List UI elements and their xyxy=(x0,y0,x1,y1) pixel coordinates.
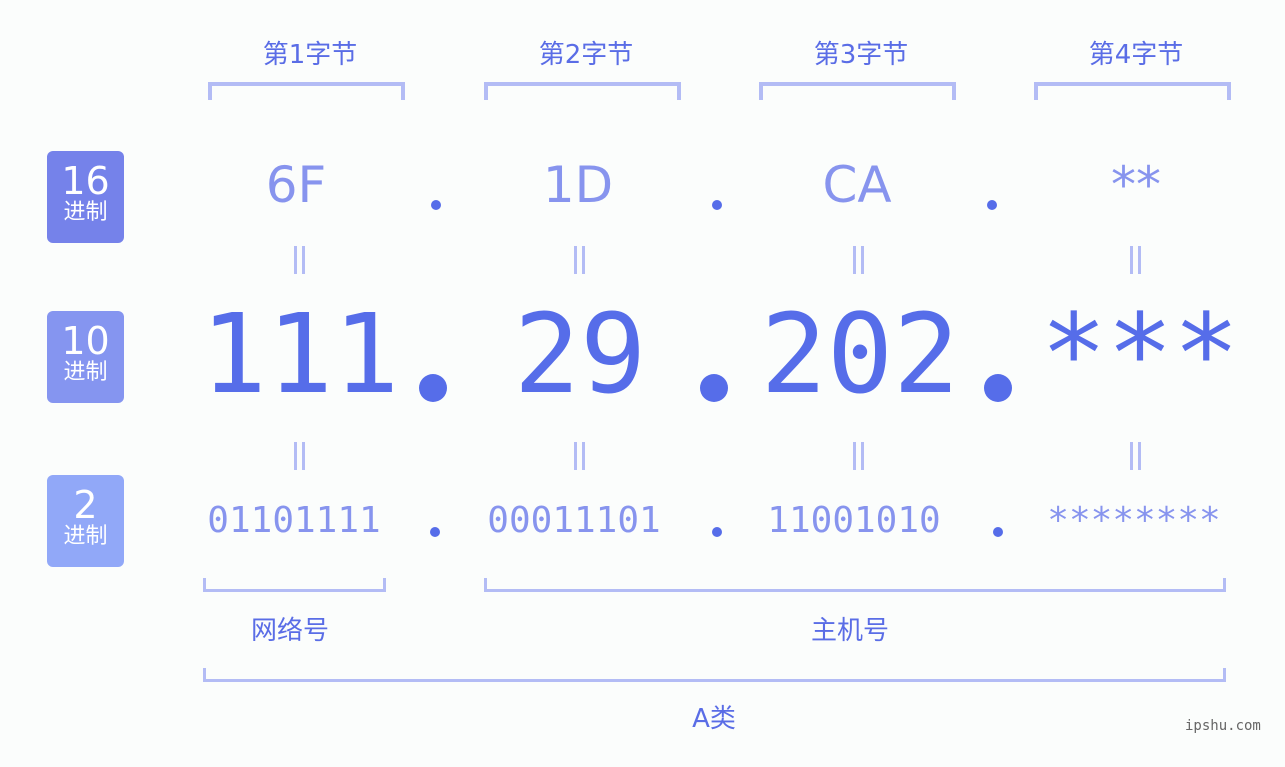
bin-byte-2: 00011101 xyxy=(487,500,661,541)
equals-icon xyxy=(851,246,865,274)
hex-byte-2: 1D xyxy=(542,156,614,214)
equals-icon xyxy=(1128,246,1142,274)
network-label: 网络号 xyxy=(250,616,329,646)
byte-2-bracket xyxy=(484,82,681,100)
dec-badge: 10 进制 xyxy=(47,311,124,403)
hex-byte-1: 6F xyxy=(265,156,327,214)
dec-separator-dot xyxy=(419,374,447,402)
bin-badge: 2 进制 xyxy=(47,475,124,567)
byte-4-bracket xyxy=(1034,82,1231,100)
equals-icon xyxy=(572,442,586,470)
byte-3-bracket xyxy=(759,82,956,100)
hex-byte-3: CA xyxy=(822,156,892,214)
dec-byte-4: *** xyxy=(1040,290,1240,418)
class-bracket xyxy=(203,668,1226,682)
bin-separator-dot xyxy=(993,527,1003,537)
hex-badge-label: 进制 xyxy=(63,200,108,225)
bin-badge-label: 进制 xyxy=(63,524,108,549)
hex-separator-dot xyxy=(712,200,722,210)
bin-byte-3: 11001010 xyxy=(767,500,941,541)
host-label: 主机号 xyxy=(810,616,889,646)
bin-separator-dot xyxy=(430,527,440,537)
equals-icon xyxy=(1128,442,1142,470)
byte-2-label: 第2字节 xyxy=(538,40,634,70)
dec-badge-label: 进制 xyxy=(63,360,108,385)
byte-4-label: 第4字节 xyxy=(1088,40,1184,70)
equals-icon xyxy=(292,246,306,274)
watermark: ipshu.com xyxy=(1185,718,1261,734)
dec-badge-number: 10 xyxy=(61,319,110,363)
byte-3-label: 第3字节 xyxy=(813,40,909,70)
dec-separator-dot xyxy=(700,374,728,402)
class-label: A类 xyxy=(692,704,736,734)
equals-icon xyxy=(292,442,306,470)
equals-icon xyxy=(572,246,586,274)
hex-separator-dot xyxy=(987,200,997,210)
hex-badge-number: 16 xyxy=(61,159,110,203)
dec-byte-3: 202 xyxy=(760,290,960,418)
dec-byte-1: 111 xyxy=(200,290,400,418)
bin-separator-dot xyxy=(712,527,722,537)
hex-separator-dot xyxy=(431,200,441,210)
dec-separator-dot xyxy=(984,374,1012,402)
hex-byte-4: ** xyxy=(1111,156,1161,214)
host-bracket xyxy=(484,578,1226,592)
bin-byte-4: ******** xyxy=(1047,500,1221,541)
equals-icon xyxy=(851,442,865,470)
bin-byte-1: 01101111 xyxy=(207,500,381,541)
hex-badge: 16 进制 xyxy=(47,151,124,243)
byte-1-bracket xyxy=(208,82,405,100)
network-bracket xyxy=(203,578,386,592)
bin-badge-number: 2 xyxy=(73,483,98,527)
dec-byte-2: 29 xyxy=(513,290,647,418)
byte-1-label: 第1字节 xyxy=(262,40,358,70)
